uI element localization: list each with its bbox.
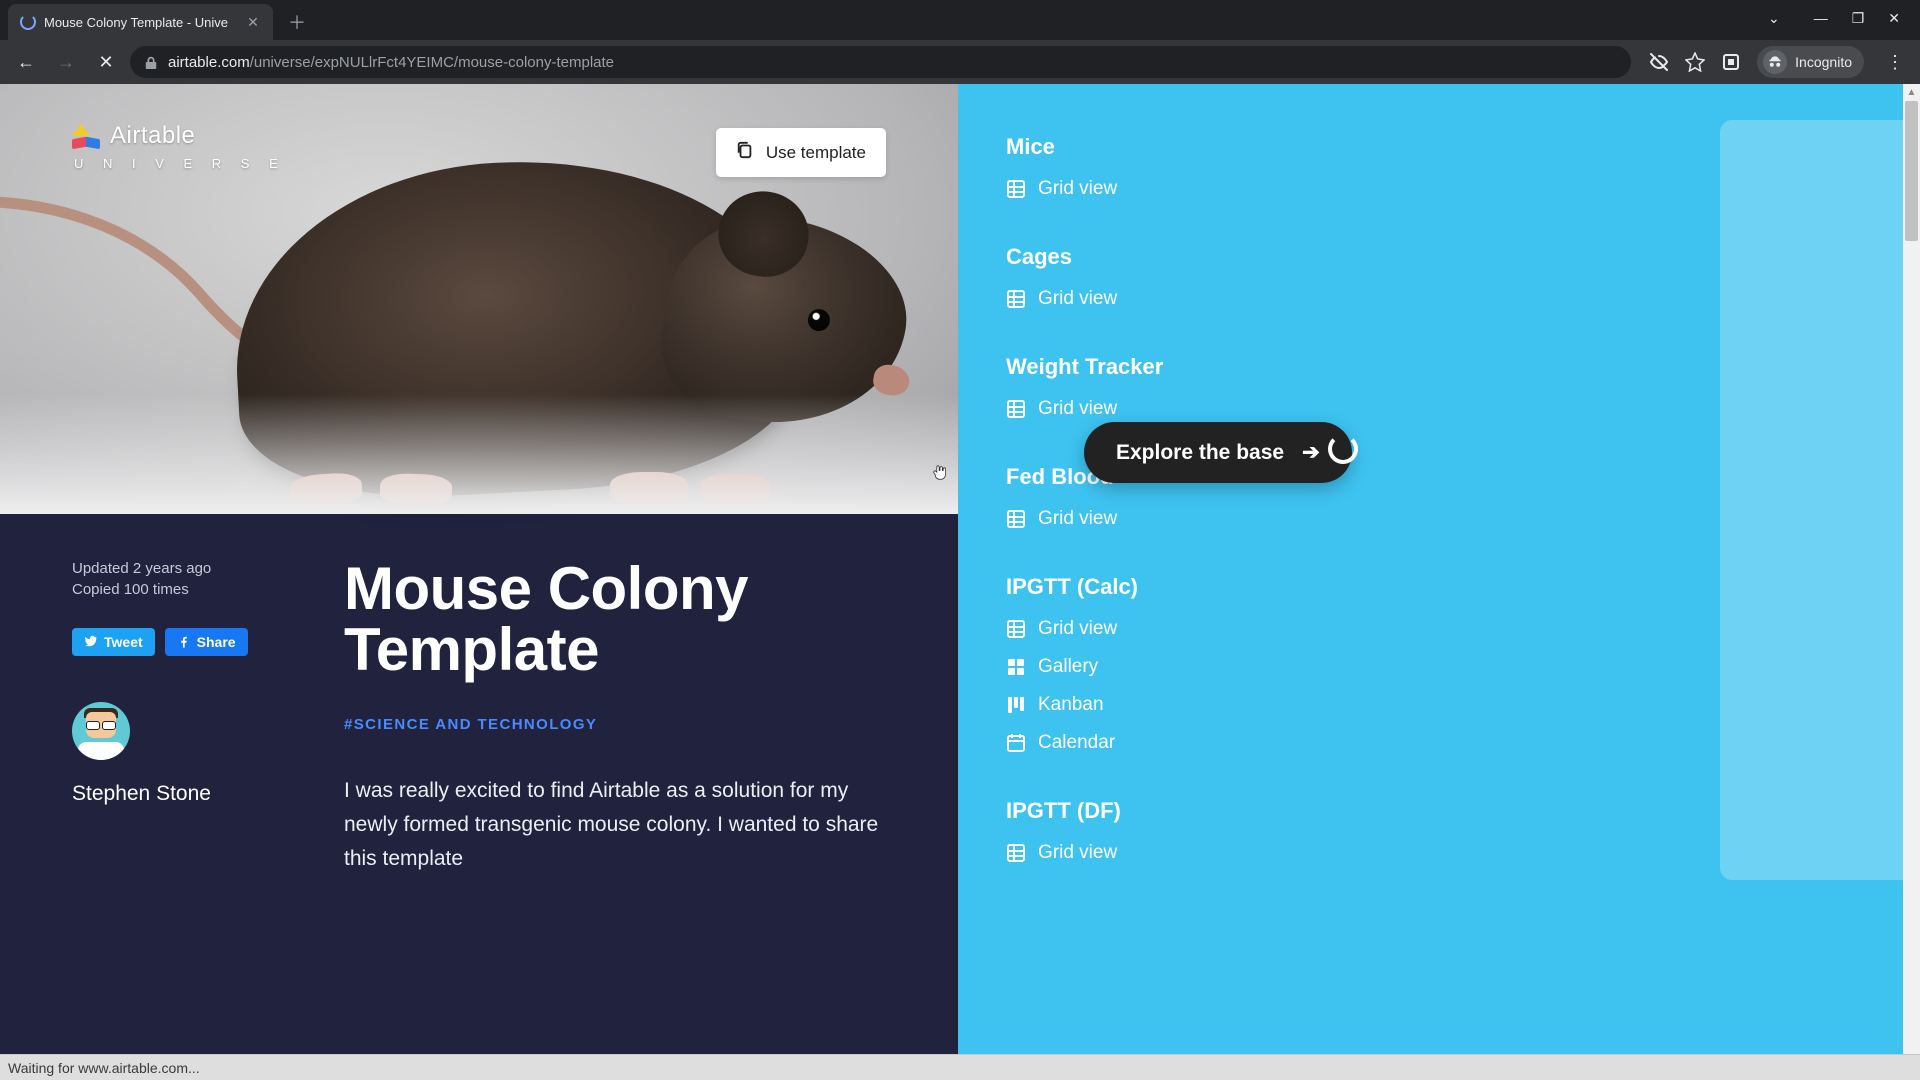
gallery-view-icon (1006, 657, 1026, 677)
tweet-label: Tweet (104, 634, 143, 650)
fb-share-label: Share (197, 634, 236, 650)
view-label: Grid view (1038, 288, 1117, 310)
explore-label: Explore the base (1116, 441, 1284, 465)
view-label: Gallery (1038, 656, 1098, 678)
view-label: Kanban (1038, 694, 1104, 716)
scrollbar-thumb[interactable] (1905, 101, 1918, 241)
copied-text: Copied 100 times (72, 579, 344, 600)
mouse-cursor-icon (932, 462, 948, 484)
grid-view-icon (1006, 843, 1026, 863)
loading-spinner-icon (20, 14, 36, 30)
fb-share-button[interactable]: Share (165, 628, 248, 656)
share-row: Tweet Share (72, 628, 344, 656)
grid-view-icon (1006, 619, 1026, 639)
tweet-button[interactable]: Tweet (72, 628, 155, 656)
page-scrollbar[interactable]: ▲ (1903, 84, 1920, 1054)
extensions-icon[interactable] (1721, 52, 1741, 72)
explore-base-button[interactable]: Explore the base ➔ (1084, 422, 1352, 483)
lock-icon (144, 55, 158, 69)
grid-view-icon (1006, 509, 1026, 529)
tab-close-button[interactable]: ✕ (245, 14, 261, 30)
toolbar-right: Incognito ⋮ (1639, 46, 1910, 78)
view-label: Grid view (1038, 178, 1117, 200)
forward-button[interactable]: → (50, 46, 82, 78)
stop-reload-button[interactable]: ✕ (90, 46, 122, 78)
twitter-icon (84, 635, 98, 649)
content-column: Mouse Colony Template #SCIENCE AND TECHN… (344, 558, 886, 1054)
url-text: airtable.com/universe/expNULlrFct4YEIMC/… (168, 54, 614, 71)
maximize-button[interactable]: ❐ (1852, 10, 1865, 27)
view-label: Grid view (1038, 842, 1117, 864)
facebook-icon (177, 635, 191, 649)
close-window-button[interactable]: ✕ (1888, 10, 1900, 27)
category-tag[interactable]: #SCIENCE AND TECHNOLOGY (344, 716, 597, 733)
tab-strip: Mouse Colony Template - Unive ✕ ＋ ⌄ ― ❐ … (0, 0, 1920, 40)
minimize-button[interactable]: ― (1814, 10, 1828, 26)
browser-menu-button[interactable]: ⋮ (1880, 52, 1910, 73)
page-viewport: Airtable U N I V E R S E Use template (0, 84, 1920, 1054)
tab-title: Mouse Colony Template - Unive (44, 15, 237, 30)
meta-column: Updated 2 years ago Copied 100 times Twe… (72, 558, 344, 1054)
browser-tab[interactable]: Mouse Colony Template - Unive ✕ (8, 4, 273, 40)
updated-text: Updated 2 years ago (72, 558, 344, 579)
author-name[interactable]: Stephen Stone (72, 782, 344, 806)
scrollbar-up-arrow-icon[interactable]: ▲ (1903, 84, 1920, 101)
loading-spinner-icon (1328, 434, 1358, 464)
back-button[interactable]: ← (10, 46, 42, 78)
incognito-label: Incognito (1795, 54, 1852, 70)
hero-image: Airtable U N I V E R S E Use template (0, 84, 958, 514)
browser-toolbar: ← → ✕ airtable.com/universe/expNULlrFct4… (0, 40, 1920, 84)
preview-panel (1720, 120, 1920, 880)
author-avatar[interactable] (72, 702, 130, 760)
incognito-icon (1763, 50, 1787, 74)
base-sidebar: MiceGrid viewCagesGrid viewWeight Tracke… (958, 84, 1920, 1054)
window-controls: ⌄ ― ❐ ✕ (1748, 0, 1920, 36)
main-column: Airtable U N I V E R S E Use template (0, 84, 958, 1054)
bookmark-star-icon[interactable] (1685, 52, 1705, 72)
kanban-view-icon (1006, 695, 1026, 715)
tab-search-button[interactable]: ⌄ (1768, 10, 1780, 27)
grid-view-icon (1006, 399, 1026, 419)
view-label: Calendar (1038, 732, 1115, 754)
article-section: Updated 2 years ago Copied 100 times Twe… (0, 514, 958, 1054)
grid-view-icon (1006, 289, 1026, 309)
new-tab-button[interactable]: ＋ (283, 8, 311, 36)
tracking-off-icon[interactable] (1649, 52, 1669, 72)
browser-status-bar: Waiting for www.airtable.com... (0, 1054, 1920, 1080)
mouse-illustration (0, 104, 920, 504)
browser-chrome: Mouse Colony Template - Unive ✕ ＋ ⌄ ― ❐ … (0, 0, 1920, 84)
grid-view-icon (1006, 179, 1026, 199)
page-title: Mouse Colony Template (344, 558, 886, 680)
status-text: Waiting for www.airtable.com... (8, 1060, 200, 1076)
article-body: I was really excited to find Airtable as… (344, 774, 886, 875)
calendar-view-icon (1006, 733, 1026, 753)
arrow-right-icon: ➔ (1302, 440, 1320, 465)
view-label: Grid view (1038, 398, 1117, 420)
view-label: Grid view (1038, 508, 1117, 530)
incognito-indicator[interactable]: Incognito (1757, 46, 1864, 78)
address-bar[interactable]: airtable.com/universe/expNULlrFct4YEIMC/… (130, 46, 1631, 78)
view-label: Grid view (1038, 618, 1117, 640)
